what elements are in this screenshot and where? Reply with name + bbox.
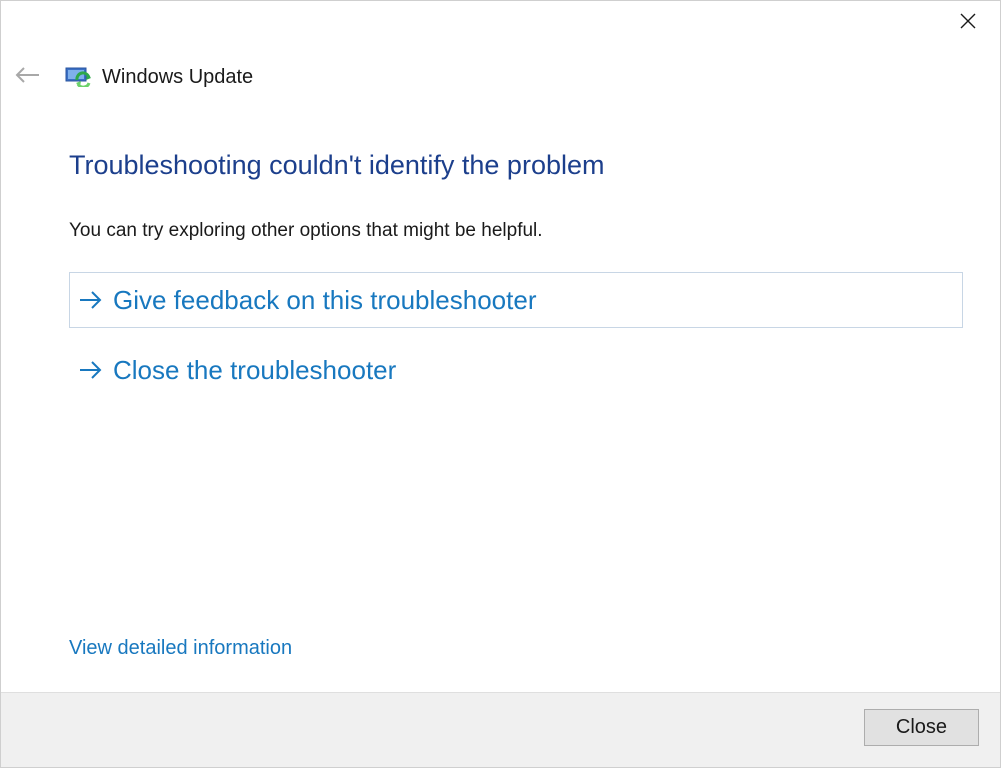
window-title: Windows Update <box>102 66 254 88</box>
right-arrow-icon <box>79 290 103 310</box>
close-icon <box>960 13 976 29</box>
view-detailed-information-link[interactable]: View detailed information <box>69 635 292 661</box>
page-heading: Troubleshooting couldn't identify the pr… <box>69 150 605 180</box>
back-arrow-icon <box>15 67 39 83</box>
windows-update-icon <box>65 67 91 87</box>
close-troubleshooter-label: Close the troubleshooter <box>113 355 397 385</box>
back-button[interactable] <box>13 63 41 87</box>
dialog-footer: Close <box>1 692 1000 767</box>
close-button[interactable]: Close <box>864 709 979 746</box>
page-subtext: You can try exploring other options that… <box>69 220 543 241</box>
troubleshooter-window: Windows Update Troubleshooting couldn't … <box>0 0 1001 768</box>
close-troubleshooter-option[interactable]: Close the troubleshooter <box>69 342 963 398</box>
window-close-button[interactable] <box>956 9 980 33</box>
give-feedback-option[interactable]: Give feedback on this troubleshooter <box>69 272 963 328</box>
give-feedback-label: Give feedback on this troubleshooter <box>113 285 537 315</box>
right-arrow-icon <box>79 360 103 380</box>
